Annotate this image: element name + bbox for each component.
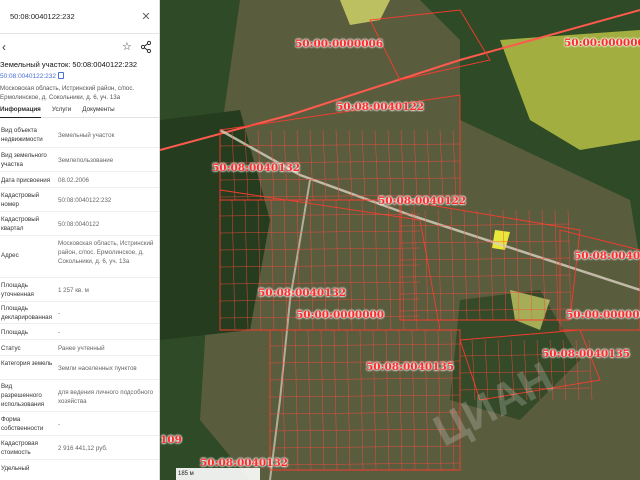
- info-row-status: Статус Ранее учтенный: [0, 340, 159, 356]
- info-label: Кадастровый номер: [1, 192, 40, 208]
- info-value: 50:08:0040122: [58, 221, 100, 228]
- info-label: Удельный: [1, 465, 30, 472]
- back-icon[interactable]: ‹: [2, 40, 12, 54]
- info-row-area-specified: Площадь уточненная 1 257 кв. м: [0, 278, 159, 302]
- tab-services[interactable]: Услуги: [52, 104, 71, 118]
- info-value: Землепользование: [58, 157, 114, 164]
- map-imagery: [160, 0, 640, 480]
- cadastral-label: 50:08:00401: [574, 250, 640, 262]
- info-panel: ✕ ‹ ☆ Земельный участок: 50:08:0040122:2…: [0, 0, 160, 480]
- info-label: Статус: [1, 345, 21, 352]
- copy-icon[interactable]: [58, 72, 65, 79]
- share-icon[interactable]: [140, 40, 152, 54]
- info-label: Площадь декларированная: [1, 305, 52, 321]
- info-value: Московская область, Истринский район, с/…: [58, 240, 154, 265]
- address-subtitle: Московская область, Истринский район, с/…: [0, 84, 159, 102]
- info-label: Форма собственности: [1, 416, 44, 432]
- info-label: Вид земельного участка: [1, 152, 47, 168]
- cadastral-map[interactable]: 50:00:0000006 50:08:0040122 50:08:004013…: [160, 0, 640, 480]
- tab-information[interactable]: Информация: [0, 104, 41, 118]
- cadastral-label: 50:00:0000000: [566, 309, 640, 321]
- info-value: 50:08:0040122:232: [58, 197, 112, 204]
- cadastral-label: 109: [160, 434, 182, 446]
- info-label: Вид разрешенного использования: [1, 383, 45, 408]
- info-value: -: [58, 329, 61, 336]
- info-row-land-type: Вид земельного участка Землепользование: [0, 148, 159, 172]
- info-label: Адрес: [1, 252, 19, 259]
- info-row-cadastral-quarter: Кадастровый квартал 50:08:0040122: [0, 212, 159, 236]
- address-line-2: Ермолинское, д. Сокольники, д. 6, уч. 13…: [0, 94, 121, 101]
- info-value: Земли населенных пунктов: [58, 365, 137, 372]
- cadastral-label: 50:00:0000000: [296, 309, 385, 321]
- info-label: Кадастровый квартал: [1, 216, 40, 232]
- info-row-object-type: Вид объекта недвижимости Земельный участ…: [0, 122, 159, 148]
- cadastral-label: 50:08:0040122: [378, 195, 467, 207]
- info-row-date: Дата присвоения 08.02.2006: [0, 172, 159, 188]
- info-row-ownership: Форма собственности -: [0, 412, 159, 436]
- info-label: Дата присвоения: [1, 177, 51, 184]
- info-row-land-category: Категория земель Земли населенных пункто…: [0, 356, 159, 380]
- search-bar: ✕: [0, 0, 159, 34]
- info-label: Площадь уточненная: [1, 282, 34, 298]
- info-value: 1 257 кв. м: [58, 287, 89, 294]
- info-row-permitted-use: Вид разрешенного использования для веден…: [0, 380, 159, 412]
- info-value: -: [58, 421, 61, 428]
- cadastral-link-text[interactable]: 50:08:0040122:232: [0, 73, 56, 80]
- info-value: для ведения личного подсобного хозяйства: [58, 389, 154, 405]
- info-row-area: Площадь -: [0, 324, 159, 340]
- cadastral-label: 50:08:0040135: [366, 361, 455, 373]
- info-label: Кадастровая стоимость: [1, 440, 38, 456]
- info-row-cadastral-number: Кадастровый номер 50:08:0040122:232: [0, 188, 159, 212]
- cadastral-label: 50:08:0040122: [336, 101, 425, 113]
- info-value: Ранее учтенный: [58, 345, 105, 352]
- tab-bar: Информация Услуги Документы: [0, 104, 159, 118]
- info-row-cadastral-value: Кадастровая стоимость 2 916 441,12 руб.: [0, 436, 159, 460]
- close-icon[interactable]: ✕: [140, 11, 152, 23]
- cadastral-label: 50:00:0000006: [295, 38, 384, 50]
- info-row-address: Адрес Московская область, Истринский рай…: [0, 236, 159, 278]
- cadastral-label: 50:08:0040132: [258, 287, 347, 299]
- info-row-specific: Удельный: [0, 460, 159, 480]
- map-scale: 185 м: [176, 468, 260, 480]
- info-label: Площадь: [1, 329, 28, 336]
- cadastral-label: 50:08:0040135: [542, 348, 631, 360]
- page-title: Земельный участок: 50:08:0040122:232: [0, 60, 138, 69]
- search-input[interactable]: [10, 12, 138, 21]
- map-scale-label: 185 м: [178, 471, 194, 477]
- info-value: Земельный участок: [58, 132, 115, 139]
- star-icon[interactable]: ☆: [122, 40, 134, 54]
- address-line-1: Московская область, Истринский район, с/…: [0, 85, 135, 92]
- cadastral-link[interactable]: 50:08:0040122:232: [0, 72, 65, 80]
- info-value: 08.02.2006: [58, 177, 89, 184]
- info-value: 2 916 441,12 руб.: [58, 445, 108, 452]
- cadastral-label: 50:00:0000000: [564, 37, 640, 49]
- info-label: Вид объекта недвижимости: [1, 127, 43, 143]
- info-label: Категория земель: [1, 360, 53, 367]
- title-row: ‹ ☆: [0, 38, 159, 58]
- info-value: -: [58, 310, 61, 317]
- tab-documents[interactable]: Документы: [82, 104, 114, 118]
- info-row-area-declared: Площадь декларированная -: [0, 302, 159, 324]
- cadastral-label: 50:08:0040132: [212, 162, 301, 174]
